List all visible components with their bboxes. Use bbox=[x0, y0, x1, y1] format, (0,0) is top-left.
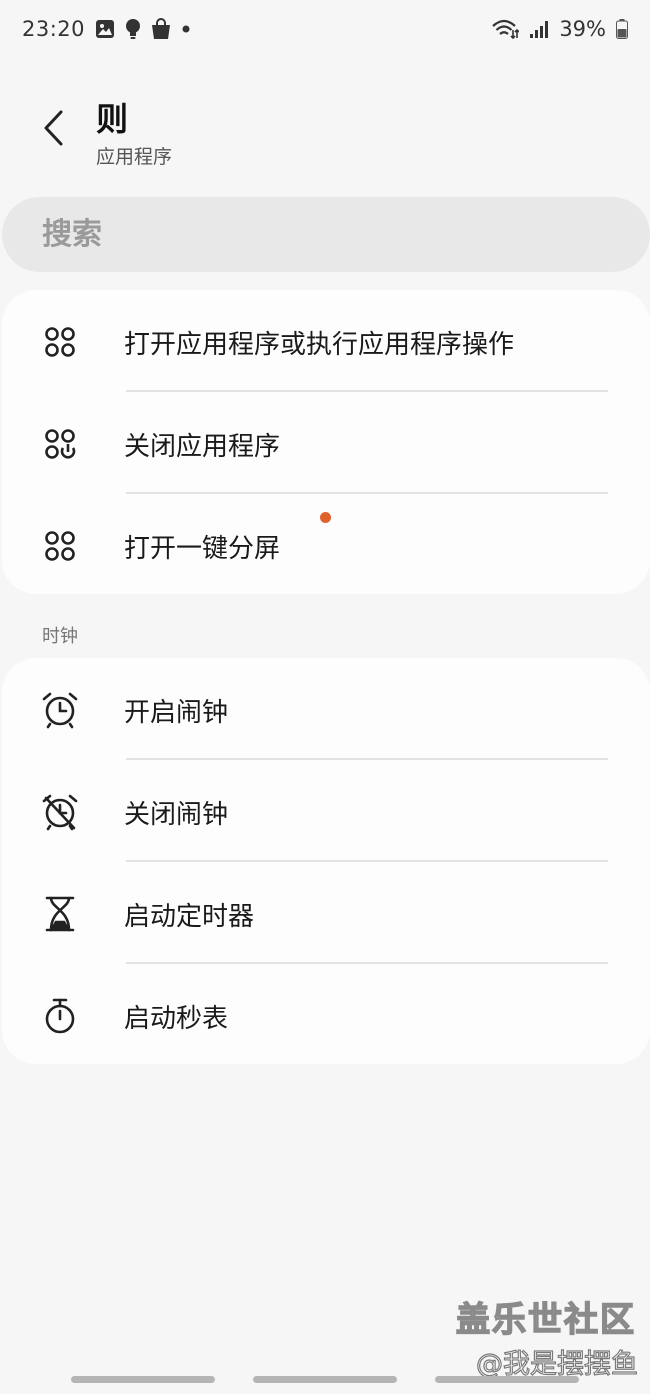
list-item-open-app[interactable]: 打开应用程序或执行应用程序操作 bbox=[2, 290, 650, 392]
search-input[interactable] bbox=[42, 217, 602, 252]
battery-icon bbox=[616, 19, 628, 39]
status-time: 23:20 bbox=[22, 17, 86, 41]
apps-grid-icon bbox=[40, 322, 80, 362]
signal-icon bbox=[529, 19, 549, 39]
status-right: 39% bbox=[491, 17, 628, 41]
clock-card: 开启闹钟 关闭闹钟 启动定时器 启动秒表 bbox=[2, 658, 650, 1064]
list-item-alarm-off[interactable]: 关闭闹钟 bbox=[2, 760, 650, 862]
list-item-label: 关闭闹钟 bbox=[124, 800, 229, 830]
list-item-timer[interactable]: 启动定时器 bbox=[2, 862, 650, 964]
gallery-icon bbox=[95, 19, 115, 39]
shopping-bag-icon bbox=[151, 18, 171, 40]
list-item-label: 打开应用程序或执行应用程序操作 bbox=[124, 330, 515, 360]
back-button[interactable] bbox=[30, 102, 76, 154]
nav-recents-handle[interactable] bbox=[71, 1376, 215, 1383]
navigation-bar bbox=[0, 1376, 650, 1388]
hourglass-icon bbox=[40, 894, 80, 934]
dot-icon bbox=[181, 24, 191, 34]
list-item-close-app[interactable]: 关闭应用程序 bbox=[2, 392, 650, 494]
list-item-label: 启动秒表 bbox=[124, 1004, 229, 1034]
apps-close-icon bbox=[40, 424, 80, 464]
stopwatch-icon bbox=[40, 996, 80, 1036]
battery-percentage: 39% bbox=[559, 17, 606, 41]
list-item-stopwatch[interactable]: 启动秒表 bbox=[2, 964, 650, 1066]
watermark-community: 盖乐世社区 bbox=[455, 1299, 636, 1341]
page-subtitle: 应用程序 bbox=[96, 146, 173, 168]
list-item-label: 打开一键分屏 bbox=[124, 534, 281, 564]
list-item-split-screen[interactable]: 打开一键分屏 bbox=[2, 494, 650, 596]
apps-grid-icon bbox=[40, 526, 80, 566]
app-bar: 则 应用程序 bbox=[0, 88, 650, 178]
bulb-icon bbox=[125, 18, 141, 40]
status-left: 23:20 bbox=[22, 17, 191, 41]
section-header-clock: 时钟 bbox=[42, 626, 78, 647]
nav-home-handle[interactable] bbox=[253, 1376, 397, 1383]
wifi-icon bbox=[491, 18, 520, 40]
chevron-left-icon bbox=[44, 110, 63, 146]
list-item-label: 启动定时器 bbox=[124, 902, 255, 932]
list-item-label: 关闭应用程序 bbox=[124, 432, 281, 462]
search-bar[interactable] bbox=[2, 197, 650, 272]
page-title: 则 bbox=[96, 100, 129, 138]
nav-back-handle[interactable] bbox=[435, 1376, 579, 1383]
list-item-label: 开启闹钟 bbox=[124, 698, 229, 728]
alarm-off-icon bbox=[40, 792, 80, 832]
list-item-alarm-on[interactable]: 开启闹钟 bbox=[2, 658, 650, 760]
apps-card: 打开应用程序或执行应用程序操作 关闭应用程序 打开一键分屏 bbox=[2, 290, 650, 594]
status-bar: 23:20 39% bbox=[0, 0, 650, 58]
alarm-icon bbox=[40, 690, 80, 730]
new-badge-dot bbox=[320, 512, 331, 523]
